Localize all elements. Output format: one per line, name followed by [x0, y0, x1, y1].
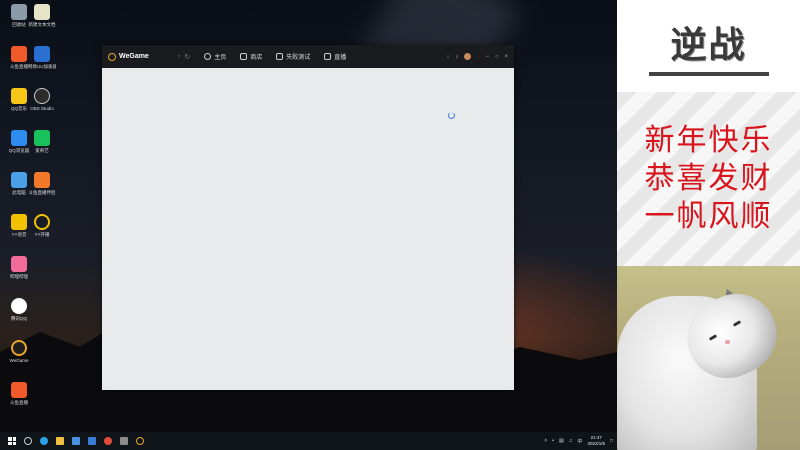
yy-live-icon: [34, 214, 50, 230]
menu-icon[interactable]: ·: [477, 54, 479, 60]
yy-icon: [11, 214, 27, 230]
wegame-content-area: [102, 68, 514, 390]
cat-photo: [617, 266, 800, 450]
desktop-icon-qq[interactable]: 腾讯QQ: [5, 298, 33, 322]
banner-underline: [648, 72, 769, 76]
history-nav: ‹ ↻: [178, 53, 190, 61]
store-icon[interactable]: [88, 437, 96, 445]
text-file-icon: [34, 4, 50, 20]
notification-icon[interactable]: □: [610, 438, 613, 444]
chrome-icon[interactable]: [104, 437, 112, 445]
desktop-icon-uu-booster[interactable]: 网易UU加速器: [28, 46, 56, 70]
window-controls: ↓ ♪ · − ○ ×: [446, 53, 508, 60]
desktop-icon-yy-live[interactable]: YY开播: [28, 214, 56, 238]
stream-overlay-panel: 逆战 新年快乐 恭喜发财 一帆风顺: [617, 0, 800, 450]
tab-live[interactable]: 直播: [324, 52, 346, 61]
wegame-titlebar: WeGame ‹ ↻ 主页 商店 失败测试 直播 ↓ ♪ · − ○ ×: [102, 45, 514, 68]
bag-icon: [240, 53, 248, 60]
network-icon[interactable]: ▤: [559, 438, 564, 444]
game-banner: 逆战: [617, 0, 800, 92]
input-language[interactable]: 中: [577, 438, 582, 445]
bilibili-icon: [11, 256, 27, 272]
home-icon: [204, 53, 212, 60]
desktop-wallpaper: 回收站 新建文本文档 斗鱼直播 网易UU加速器 QQ音乐 OBS Studio …: [0, 0, 617, 432]
qq-penguin-icon: [11, 298, 27, 314]
banner-logo-text: 逆战: [670, 24, 747, 66]
back-arrow-icon[interactable]: ‹: [178, 53, 180, 60]
search-icon[interactable]: [24, 437, 32, 445]
cat-nose: [725, 340, 730, 344]
mic-icon[interactable]: •: [552, 438, 554, 444]
tab-home[interactable]: 主页: [204, 52, 226, 61]
system-tray: ˄ • ▤ ♫ 中 21:47 2022/1/5 □: [544, 435, 613, 447]
greeting-line-3: 一帆风顺: [644, 199, 773, 234]
desktop-icon-douyu-companion[interactable]: 斗鱼直播伴侣: [28, 172, 56, 196]
volume-icon[interactable]: ♫: [569, 438, 573, 444]
clock[interactable]: 21:47 2022/1/5: [587, 435, 605, 447]
desktop-icon-bilibili[interactable]: 哔哩哔哩: [5, 256, 33, 280]
desktop-icon-text-file[interactable]: 新建文本文档: [28, 4, 56, 28]
tab-test[interactable]: 失败测试: [276, 52, 310, 61]
wegame-taskbar-icon[interactable]: [136, 437, 144, 445]
qq-music-icon: [11, 88, 27, 104]
greeting-line-1: 新年快乐: [644, 123, 773, 158]
wegame-logo[interactable]: WeGame: [108, 52, 168, 61]
recycle-bin-icon: [11, 4, 27, 20]
desktop-icon-douyu-2[interactable]: 斗鱼直播: [5, 382, 33, 406]
minimize-icon[interactable]: −: [485, 54, 489, 60]
tab-store[interactable]: 商店: [240, 52, 262, 61]
mail-icon[interactable]: [72, 437, 80, 445]
play-icon: [324, 53, 332, 60]
desktop-icon-wegame[interactable]: WeGame: [5, 340, 33, 363]
download-icon[interactable]: ↓: [446, 54, 449, 60]
loading-spinner-icon: [448, 112, 455, 119]
desktop-icon-iqiyi[interactable]: 爱奇艺: [28, 130, 56, 154]
qq-browser-icon: [11, 130, 27, 146]
obs-icon: [34, 88, 50, 104]
edge-icon[interactable]: [40, 437, 48, 445]
refresh-icon[interactable]: ↻: [184, 53, 190, 61]
douyu-icon: [11, 46, 27, 62]
folder-icon[interactable]: [56, 437, 64, 445]
iqiyi-icon: [34, 130, 50, 146]
wegame-logo-icon: [108, 52, 116, 61]
wegame-logo-text: WeGame: [119, 53, 149, 60]
avatar[interactable]: [464, 53, 472, 60]
douyu-companion-icon: [34, 172, 50, 188]
taskbar: ˄ • ▤ ♫ 中 21:47 2022/1/5 □: [0, 432, 617, 450]
app-icon[interactable]: [120, 437, 128, 445]
close-icon[interactable]: ×: [504, 54, 508, 60]
bell-icon[interactable]: ♪: [455, 54, 458, 60]
maximize-icon[interactable]: ○: [495, 54, 499, 60]
greeting-line-2: 恭喜发财: [644, 161, 773, 196]
greeting-card: 新年快乐 恭喜发财 一帆风顺: [617, 92, 800, 266]
uu-booster-icon: [34, 46, 50, 62]
douyu-icon: [11, 382, 27, 398]
wegame-icon: [11, 340, 27, 356]
wegame-window: WeGame ‹ ↻ 主页 商店 失败测试 直播 ↓ ♪ · − ○ ×: [102, 45, 514, 390]
clock-date: 2022/1/5: [587, 441, 605, 446]
chevron-up-icon[interactable]: ˄: [544, 438, 547, 444]
test-icon: [276, 53, 284, 60]
start-button[interactable]: [8, 437, 16, 445]
desktop-icon-obs[interactable]: OBS Studio: [28, 88, 56, 111]
computer-icon: [11, 172, 27, 188]
